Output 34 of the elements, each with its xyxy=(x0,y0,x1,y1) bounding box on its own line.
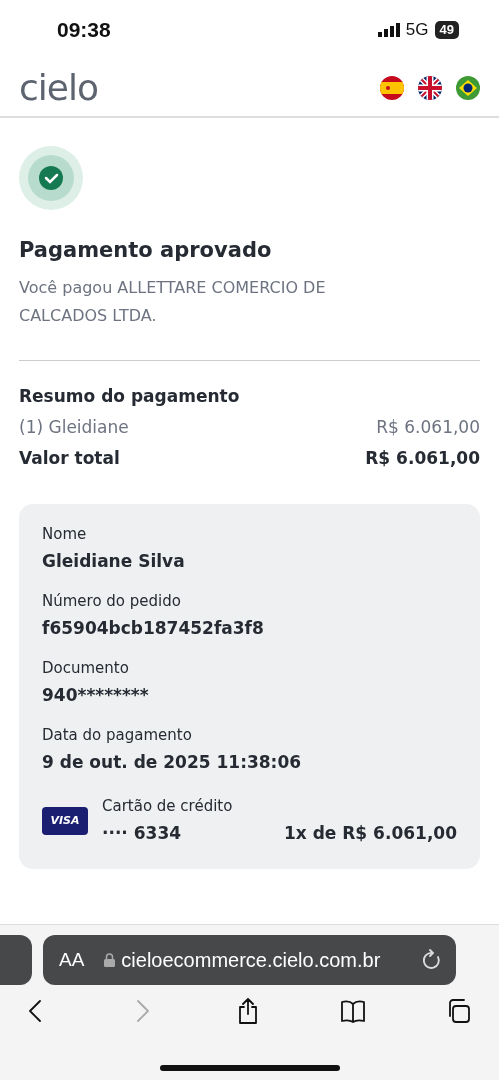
success-check-icon xyxy=(19,146,83,210)
payment-method: Cartão de crédito xyxy=(102,796,234,817)
spain-flag-icon[interactable] xyxy=(380,76,404,100)
field-label: Nome xyxy=(42,524,88,545)
field-label: Data do pagamento xyxy=(42,725,193,746)
field-value: 940******** xyxy=(42,684,150,707)
field-value: f65904bcb187452fa3f8 xyxy=(42,617,265,640)
card-number: ···· 6334 xyxy=(102,822,182,845)
logo[interactable]: cielo xyxy=(19,68,98,108)
field-value: 9 de out. de 2025 11:38:06 xyxy=(42,751,303,774)
lock-icon xyxy=(104,953,116,967)
brazil-flag-icon[interactable] xyxy=(456,76,480,100)
text-size-button[interactable]: AA xyxy=(59,949,85,971)
network-label: 5G xyxy=(405,20,429,40)
installments: 1x de R$ 6.061,00 xyxy=(283,822,457,845)
url-text: cieloecommerce.cielo.com.br xyxy=(121,948,382,972)
signal-icon xyxy=(377,23,400,37)
address-bar[interactable]: AA cieloecommerce.cielo.com.br xyxy=(43,935,456,985)
battery-icon: 49 xyxy=(434,21,459,39)
item-label: (1) Gleidiane xyxy=(19,416,129,439)
uk-flag-icon[interactable] xyxy=(418,76,442,100)
field-label: Número do pedido xyxy=(42,591,182,612)
field-label: Documento xyxy=(42,658,130,679)
status-title: Pagamento aprovado xyxy=(19,238,273,262)
total-amount: R$ 6.061,00 xyxy=(365,447,480,470)
clock: 09:38 xyxy=(57,18,111,42)
total-label: Valor total xyxy=(19,447,120,470)
field-value: Gleidiane Silva xyxy=(42,550,186,573)
tabs-icon[interactable] xyxy=(447,997,471,1025)
status-message: Você pagou ALLETTARE COMERCIO DE CALCADOS LTDA. xyxy=(19,277,327,327)
card-brand-logo: VISA xyxy=(42,806,88,835)
item-amount: R$ 6.061,00 xyxy=(376,416,480,439)
reload-icon[interactable] xyxy=(422,949,442,971)
summary-title: Resumo do pagamento xyxy=(19,385,241,408)
